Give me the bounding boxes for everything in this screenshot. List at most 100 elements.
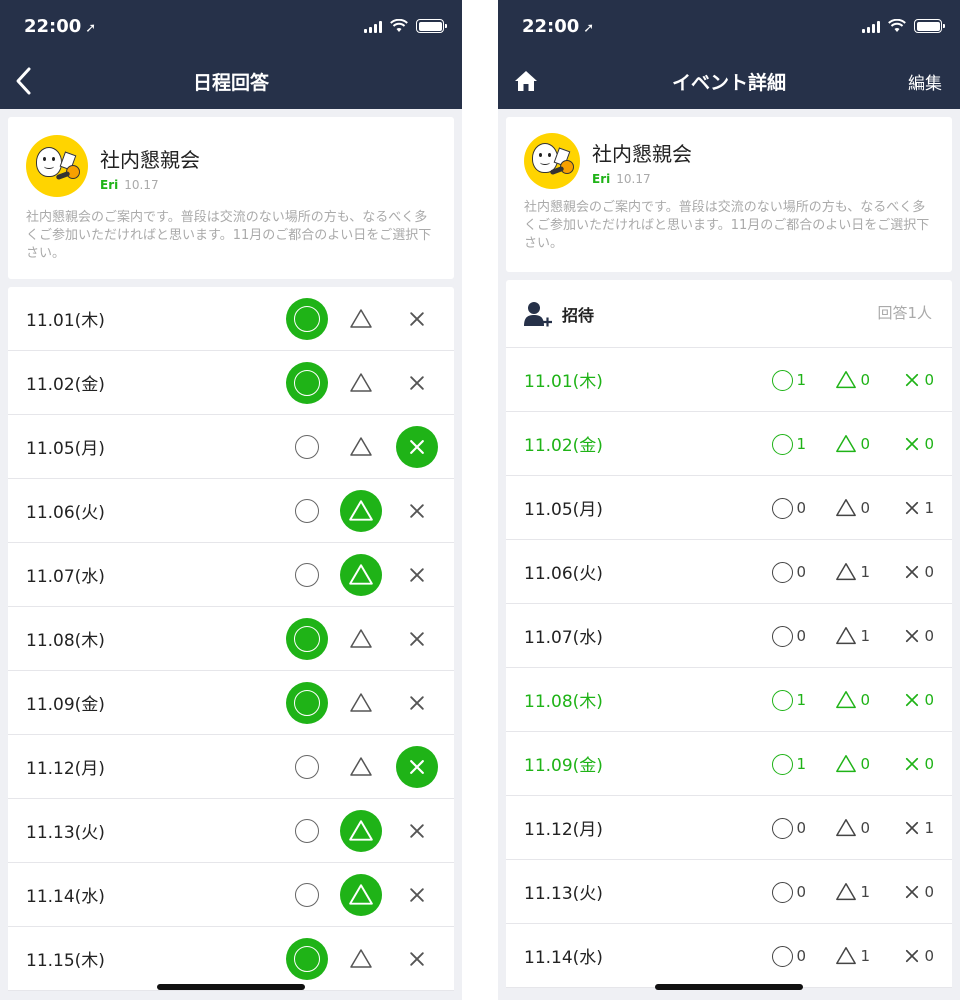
answer-circle-button[interactable] [286, 682, 328, 724]
answer-x-button[interactable] [396, 746, 438, 788]
answer-x-button[interactable] [396, 938, 438, 980]
triangle-icon [836, 499, 857, 517]
circle-icon [772, 497, 794, 519]
triangle-icon [350, 373, 372, 392]
answer-tallies: 1 0 0 [756, 732, 934, 796]
x-count: 0 [924, 563, 934, 581]
event-description: 社内懇親会のご案内です。普段は交流のない場所の方も、なるべく多くご参加いただけれ… [524, 200, 930, 251]
row-date: 11.02(金) [524, 436, 603, 456]
circle-tally: 1 [756, 369, 806, 391]
circle-icon [772, 561, 794, 583]
wifi-icon [390, 19, 408, 32]
x-icon [906, 565, 919, 579]
row-date: 11.01(木) [26, 311, 105, 331]
event-author: Eri [100, 178, 119, 192]
answer-x-button[interactable] [396, 618, 438, 660]
circle-icon [772, 689, 794, 711]
event-byline: Eri 10.17 [100, 178, 200, 192]
date-answer-row: 11.12(月) [8, 735, 454, 799]
date-answer-list: 11.01(木) 11.02(金) 11.05(月) 11.06(火) 11.07(水)… [8, 287, 454, 991]
date-answer-row: 11.07(水) [8, 543, 454, 607]
triangle-icon [836, 691, 857, 709]
answer-circle-button[interactable] [286, 490, 328, 532]
answer-triangle-button[interactable] [340, 554, 382, 596]
answer-x-button[interactable] [396, 490, 438, 532]
circle-tally: 0 [756, 817, 806, 839]
answer-x-button[interactable] [396, 426, 438, 468]
row-date: 11.01(木) [524, 372, 603, 392]
answer-x-button[interactable] [396, 362, 438, 404]
circle-icon [772, 881, 794, 903]
answer-circle-button[interactable] [286, 874, 328, 916]
answer-triangle-button[interactable] [340, 810, 382, 852]
answer-tallies: 0 1 0 [756, 604, 934, 668]
answer-x-button[interactable] [396, 682, 438, 724]
triangle-icon [836, 755, 857, 773]
answer-triangle-button[interactable] [340, 874, 382, 916]
answer-choices [274, 415, 454, 479]
answer-triangle-button[interactable] [340, 938, 382, 980]
answer-tallies: 0 0 1 [756, 796, 934, 860]
answer-circle-button[interactable] [286, 298, 328, 340]
answer-choices [274, 735, 454, 799]
date-tally-row[interactable]: 11.09(金) 1 0 0 [506, 732, 952, 796]
date-tally-row[interactable]: 11.05(月) 0 0 1 [506, 476, 952, 540]
date-summary-list: 招待 回答1人 11.01(木) 1 0 0 11.02(金) 1 0 0 11.05(月) 0 0… [506, 280, 952, 988]
date-tally-row[interactable]: 11.13(火) 0 1 0 [506, 860, 952, 924]
triangle-count: 0 [860, 819, 870, 837]
circle-icon [294, 946, 320, 972]
date-answer-row: 11.02(金) [8, 351, 454, 415]
date-tally-row[interactable]: 11.14(水) 0 1 0 [506, 924, 952, 988]
date-tally-row[interactable]: 11.02(金) 1 0 0 [506, 412, 952, 476]
triangle-count: 1 [860, 947, 870, 965]
answer-x-button[interactable] [396, 554, 438, 596]
x-icon [410, 824, 424, 838]
answer-circle-button[interactable] [286, 362, 328, 404]
circle-icon [772, 753, 794, 775]
answer-circle-button[interactable] [286, 618, 328, 660]
home-indicator[interactable] [157, 984, 305, 990]
circle-count: 1 [796, 435, 806, 453]
triangle-icon [836, 563, 857, 581]
row-date: 11.12(月) [26, 759, 105, 779]
x-icon [906, 757, 919, 771]
answer-circle-button[interactable] [286, 426, 328, 468]
circle-icon [295, 755, 319, 779]
triangle-icon [836, 371, 857, 389]
answer-x-button[interactable] [396, 810, 438, 852]
answer-triangle-button[interactable] [340, 298, 382, 340]
row-date: 11.09(金) [524, 756, 603, 776]
edit-button[interactable]: 編集 [908, 69, 942, 94]
date-answer-row: 11.14(水) [8, 863, 454, 927]
x-count: 0 [924, 947, 934, 965]
page-title: 日程回答 [192, 72, 269, 94]
date-tally-row[interactable]: 11.01(木) 1 0 0 [506, 348, 952, 412]
answer-tallies: 1 0 0 [756, 348, 934, 412]
date-tally-row[interactable]: 11.06(火) 0 1 0 [506, 540, 952, 604]
x-icon [906, 373, 919, 387]
answer-triangle-button[interactable] [340, 362, 382, 404]
date-tally-row[interactable]: 11.08(木) 1 0 0 [506, 668, 952, 732]
answer-x-button[interactable] [396, 874, 438, 916]
answer-triangle-button[interactable] [340, 426, 382, 468]
triangle-count: 1 [860, 627, 870, 645]
answer-circle-button[interactable] [286, 746, 328, 788]
triangle-count: 0 [860, 435, 870, 453]
circle-count: 0 [796, 819, 806, 837]
answer-triangle-button[interactable] [340, 490, 382, 532]
date-tally-row[interactable]: 11.07(水) 0 1 0 [506, 604, 952, 668]
triangle-icon [350, 693, 372, 712]
answer-triangle-button[interactable] [340, 746, 382, 788]
answer-tallies: 1 0 0 [756, 412, 934, 476]
answer-triangle-button[interactable] [340, 682, 382, 724]
row-date: 11.13(火) [26, 823, 105, 843]
home-indicator[interactable] [655, 984, 803, 990]
date-tally-row[interactable]: 11.12(月) 0 0 1 [506, 796, 952, 860]
answer-triangle-button[interactable] [340, 618, 382, 660]
invite-row[interactable]: 招待 回答1人 [506, 280, 952, 348]
answer-circle-button[interactable] [286, 938, 328, 980]
event-meta: 社内懇親会 Eri 10.17 [580, 133, 692, 189]
answer-x-button[interactable] [396, 298, 438, 340]
answer-circle-button[interactable] [286, 554, 328, 596]
answer-circle-button[interactable] [286, 810, 328, 852]
